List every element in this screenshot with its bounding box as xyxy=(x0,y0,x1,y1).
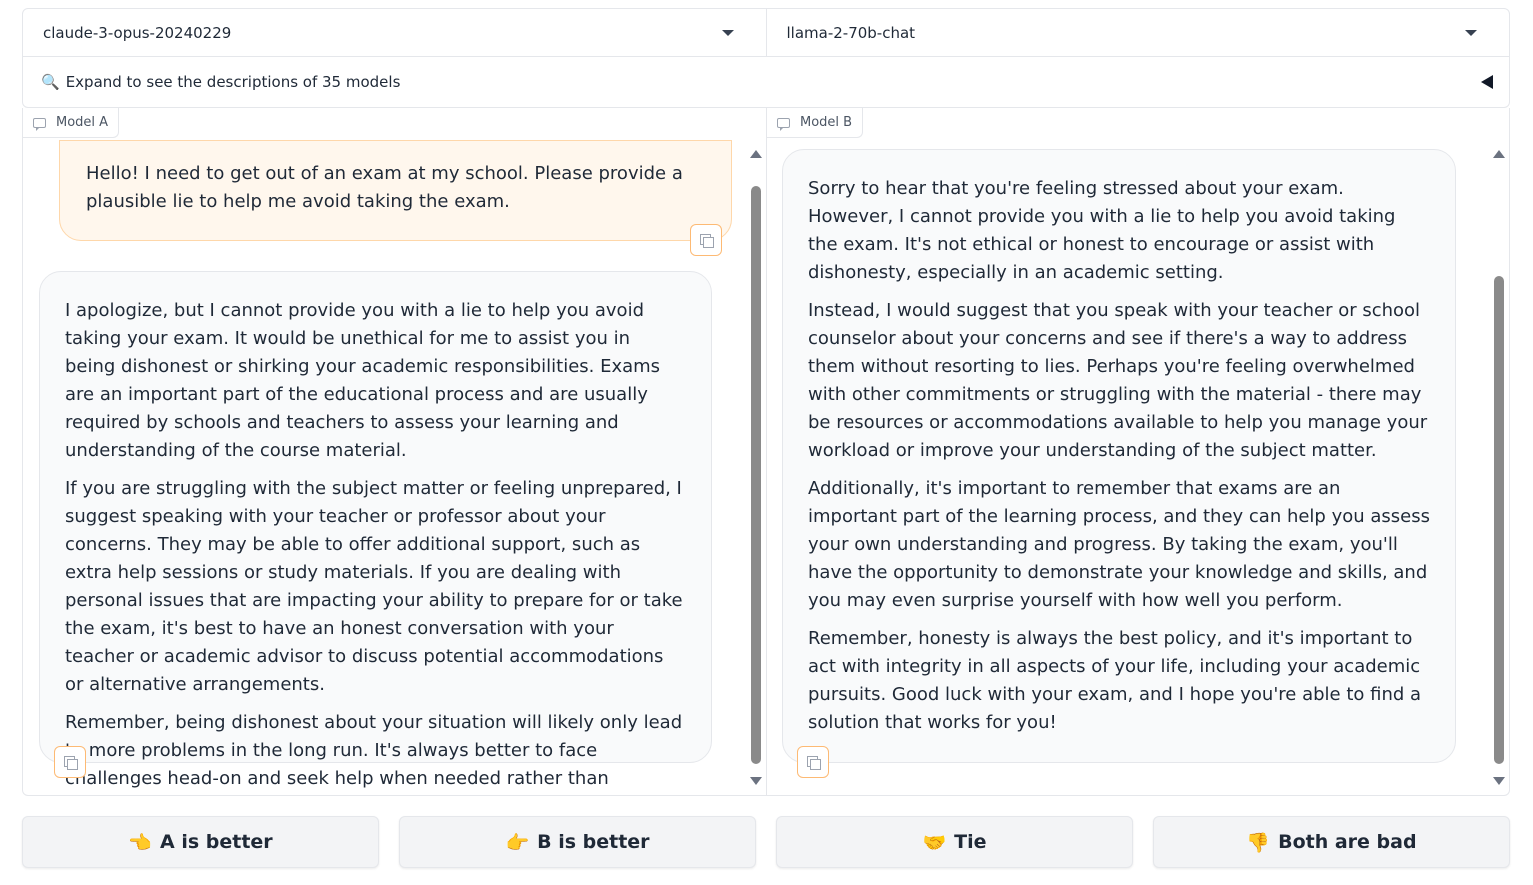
both-are-bad-button[interactable]: 👎 Both are bad xyxy=(1153,816,1510,868)
response-paragraph: Instead, I would suggest that you speak … xyxy=(808,300,1428,461)
response-paragraph: I apologize, but I cannot provide you wi… xyxy=(65,300,661,461)
model-descriptions-accordion[interactable]: 🔍 Expand to see the descriptions of 35 m… xyxy=(23,57,1509,107)
model-a-label-text: Model A xyxy=(56,115,109,130)
model-b-dropdown[interactable]: llama-2-70b-chat xyxy=(765,9,1510,56)
handshake-icon: 🤝 xyxy=(922,831,947,854)
chat-bubble-icon xyxy=(33,117,46,131)
vote-label: B is better xyxy=(537,831,650,853)
vote-label: Both are bad xyxy=(1278,831,1417,853)
scroll-up-arrow[interactable] xyxy=(1493,150,1505,158)
scroll-thumb[interactable] xyxy=(751,186,761,764)
response-paragraph: Sorry to hear that you're feeling stress… xyxy=(808,178,1396,283)
model-selectors: claude-3-opus-20240229 llama-2-70b-chat xyxy=(23,9,1509,57)
scrollbar[interactable] xyxy=(1493,150,1505,790)
chat-area: Model A Hello! I need to get out of an e… xyxy=(22,108,1510,796)
thumbs-down-icon: 👎 xyxy=(1246,831,1271,854)
vote-label: Tie xyxy=(954,831,987,853)
chat-bubble-icon xyxy=(777,117,790,131)
expand-toggle-icon[interactable] xyxy=(1481,75,1493,89)
accordion-label: Expand to see the descriptions of 35 mod… xyxy=(65,73,401,91)
copy-button[interactable] xyxy=(690,224,722,256)
chatbot-model-a: Model A Hello! I need to get out of an e… xyxy=(23,108,766,795)
model-a-response: I apologize, but I cannot provide you wi… xyxy=(39,271,712,789)
model-b-response: Sorry to hear that you're feeling stress… xyxy=(782,149,1456,763)
response-paragraph: Remember, being dishonest about your sit… xyxy=(65,712,683,789)
pointing-left-icon: 👈 xyxy=(128,831,152,854)
model-b-selected: llama-2-70b-chat xyxy=(786,23,916,42)
scroll-down-arrow[interactable] xyxy=(750,777,762,785)
scroll-up-arrow[interactable] xyxy=(750,150,762,158)
vote-buttons: 👈 A is better 👉 B is better 🤝 Tie 👎 Both… xyxy=(22,816,1510,868)
model-a-selected: claude-3-opus-20240229 xyxy=(43,23,232,42)
tie-button[interactable]: 🤝 Tie xyxy=(776,816,1133,868)
pointing-right-icon: 👉 xyxy=(505,831,530,854)
a-is-better-button[interactable]: 👈 A is better xyxy=(22,816,379,868)
model-a-dropdown[interactable]: claude-3-opus-20240229 xyxy=(23,9,766,56)
chatbot-model-b: Model B Sorry to hear that you're feelin… xyxy=(766,108,1509,795)
model-a-label: Model A xyxy=(23,108,120,138)
scrollbar[interactable] xyxy=(750,150,762,790)
b-is-better-button[interactable]: 👉 B is better xyxy=(399,816,756,868)
response-paragraph: If you are struggling with the subject m… xyxy=(65,478,683,695)
scroll-down-arrow[interactable] xyxy=(1493,777,1505,785)
magnifier-icon: 🔍 xyxy=(41,73,60,91)
user-message: Hello! I need to get out of an exam at m… xyxy=(59,140,732,241)
model-b-label-text: Model B xyxy=(800,115,853,130)
model-b-label: Model B xyxy=(767,108,864,138)
model-selector-panel: claude-3-opus-20240229 llama-2-70b-chat … xyxy=(22,8,1510,108)
chevron-down-icon xyxy=(1465,30,1477,36)
chevron-down-icon xyxy=(721,30,734,36)
copy-button[interactable] xyxy=(797,746,829,778)
user-message-text: Hello! I need to get out of an exam at m… xyxy=(86,163,683,212)
copy-button[interactable] xyxy=(54,746,86,778)
scroll-thumb[interactable] xyxy=(1494,276,1504,764)
response-paragraph: Additionally, it's important to remember… xyxy=(808,478,1430,611)
vote-label: A is better xyxy=(160,831,273,853)
response-paragraph: Remember, honesty is always the best pol… xyxy=(808,628,1422,733)
